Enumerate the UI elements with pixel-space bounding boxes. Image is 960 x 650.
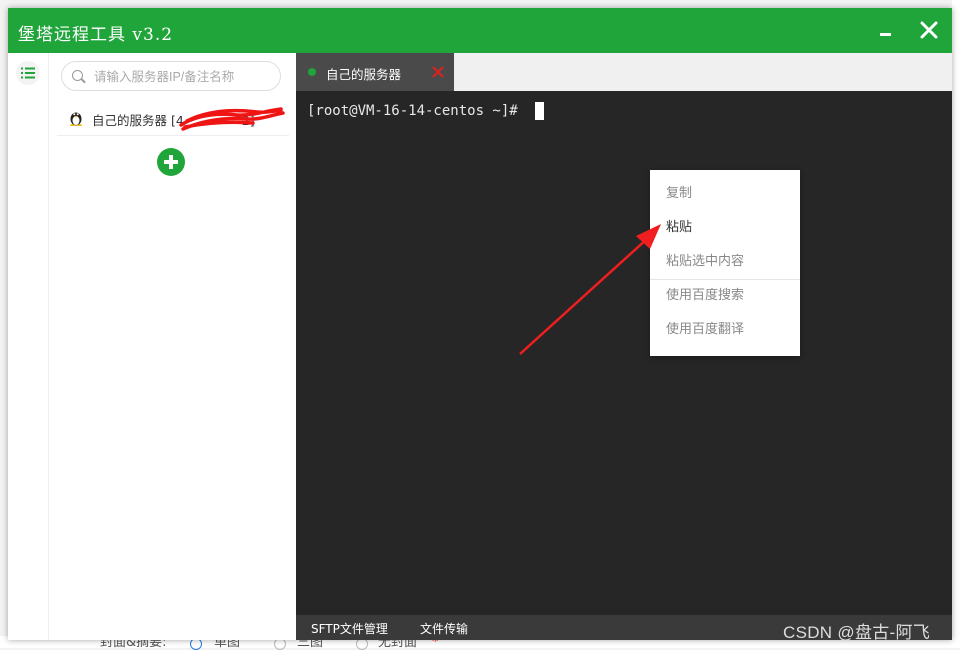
connection-status-icon [308,68,316,76]
watermark: CSDN @盘古-阿飞 [783,623,931,642]
sftp-button[interactable]: SFTP文件管理 [311,620,388,637]
menu-item-copy[interactable]: 复制 [650,177,800,209]
add-server-button[interactable] [157,148,185,176]
menu-item-paste-selection[interactable]: 粘贴选中内容 [650,245,800,277]
terminal-tab-bar: 自己的服务器 [296,53,952,91]
menu-item-baidu-search[interactable]: 使用百度搜索 [650,279,800,311]
menu-item-paste[interactable]: 粘贴 [650,211,800,243]
linux-tux-icon [70,112,82,126]
close-button[interactable] [916,17,942,43]
server-list-item[interactable]: 自己的服务器 [4 2] [57,101,289,136]
search-input[interactable] [92,66,276,88]
close-icon [432,66,444,78]
file-transfer-button[interactable]: 文件传输 [420,620,468,637]
list-icon [21,67,35,79]
terminal-console[interactable]: [root@VM-16-14-centos ~]# [296,91,952,615]
server-search [61,61,281,91]
server-sidebar: 自己的服务器 [42] [49,53,296,640]
close-icon [920,21,938,39]
tab-label: 自己的服务器 [326,67,402,82]
text-cursor [535,102,544,120]
background-page-edge [952,0,960,648]
window-title: 堡塔远程工具 v3.2 [18,25,174,45]
context-menu: 复制 粘贴 粘贴选中内容 使用百度搜索 使用百度翻译 [650,170,800,356]
shell-prompt: [root@VM-16-14-centos ~]# [307,103,518,119]
redaction-scribble [179,107,285,131]
search-icon [72,70,83,81]
server-list-button[interactable] [16,61,40,85]
remote-tool-window: 堡塔远程工具 v3.2 请输入服务器IP/备注名称 自己的服务器 [4 2] 自… [8,8,952,640]
minimize-button[interactable] [874,18,896,42]
terminal-tab[interactable]: 自己的服务器 [296,53,454,91]
menu-item-baidu-translate[interactable]: 使用百度翻译 [650,313,800,345]
tab-close-button[interactable] [430,64,446,80]
icon-strip [8,53,49,640]
title-bar: 堡塔远程工具 v3.2 [8,8,952,53]
